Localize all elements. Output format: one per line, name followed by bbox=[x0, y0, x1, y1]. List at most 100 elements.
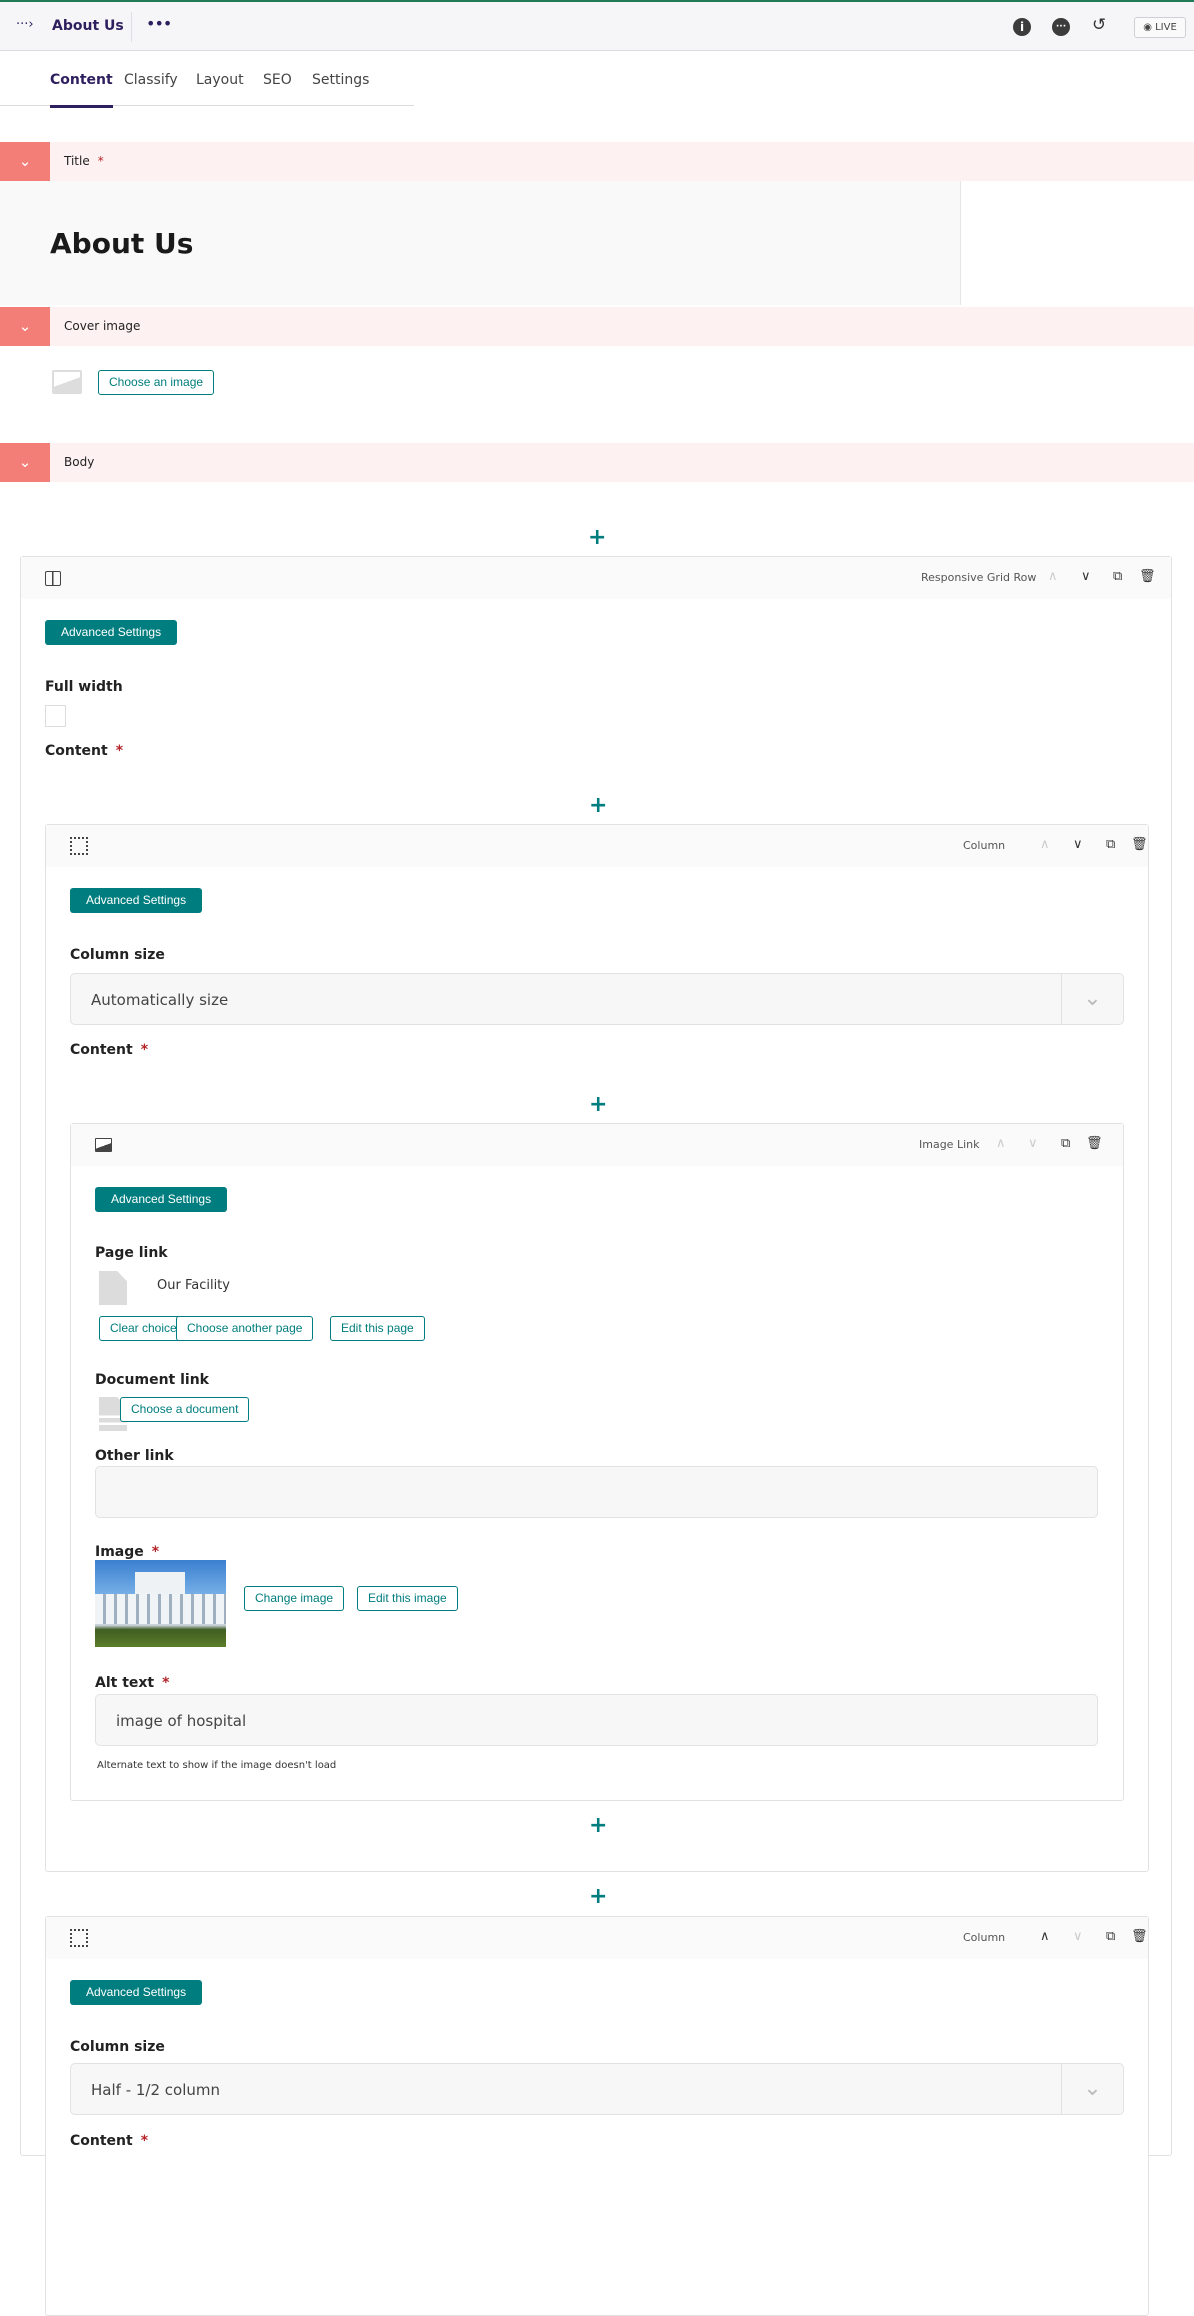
add-block-button[interactable]: + bbox=[589, 1815, 607, 1837]
duplicate-icon[interactable]: ⧉ bbox=[1061, 1136, 1070, 1151]
duplicate-icon[interactable]: ⧉ bbox=[1106, 1929, 1115, 1944]
tab-classify[interactable]: Classify bbox=[124, 72, 178, 88]
move-up-button[interactable]: ∧ bbox=[996, 1136, 1006, 1151]
delete-icon[interactable]: 🗑 bbox=[1139, 569, 1156, 584]
move-up-button[interactable]: ∧ bbox=[1048, 569, 1058, 584]
grid-row-icon bbox=[45, 571, 61, 586]
comment-icon[interactable]: ··· bbox=[1052, 18, 1070, 36]
edit-this-page-button[interactable]: Edit this page bbox=[330, 1316, 425, 1341]
responsive-grid-row-block: Responsive Grid Row ∧ ∨ ⧉ 🗑 Advanced Set… bbox=[20, 556, 1172, 2316]
divider bbox=[131, 12, 132, 42]
alt-text-input[interactable]: image of hospital bbox=[95, 1694, 1098, 1746]
other-link-label: Other link bbox=[95, 1448, 174, 1464]
cover-image-label: Cover image bbox=[64, 319, 141, 333]
collapse-title-toggle[interactable]: ⌄ bbox=[0, 142, 50, 181]
advanced-settings-button[interactable]: Advanced Settings bbox=[70, 1980, 203, 2005]
choose-another-page-button[interactable]: Choose another page bbox=[176, 1316, 314, 1341]
body-section-header: ⌄ Body bbox=[0, 443, 1194, 482]
delete-icon[interactable]: 🗑 bbox=[1131, 1929, 1148, 1944]
block-type-label: Image Link bbox=[919, 1138, 980, 1151]
duplicate-icon[interactable]: ⧉ bbox=[1106, 837, 1115, 852]
top-bar: ···› About Us ••• i ··· ↺ ◉ LIVE bbox=[0, 0, 1194, 51]
tab-settings[interactable]: Settings bbox=[312, 72, 369, 88]
title-section-header: ⌄ Title * bbox=[0, 142, 1194, 181]
body-label: Body bbox=[64, 455, 95, 469]
info-icon[interactable]: i bbox=[1013, 18, 1031, 36]
required-marker: * bbox=[140, 1042, 149, 1058]
live-label: LIVE bbox=[1155, 22, 1177, 33]
title-label: Title bbox=[64, 154, 90, 168]
page-title: About Us bbox=[52, 18, 124, 34]
eye-icon: ◉ bbox=[1143, 22, 1156, 33]
column-size-select[interactable]: Half - 1/2 column ⌄ bbox=[70, 2063, 1124, 2115]
document-link-label: Document link bbox=[95, 1372, 209, 1388]
choose-image-button[interactable]: Choose an image bbox=[98, 370, 215, 395]
block-header: Column ∧ ∨ ⧉ 🗑 bbox=[46, 1917, 1148, 1959]
selected-page-title: Our Facility bbox=[157, 1278, 230, 1293]
full-width-checkbox[interactable] bbox=[45, 705, 66, 727]
move-up-button[interactable]: ∧ bbox=[1040, 1929, 1050, 1944]
column-icon bbox=[70, 837, 88, 855]
move-down-button[interactable]: ∨ bbox=[1028, 1136, 1038, 1151]
choose-document-button[interactable]: Choose a document bbox=[120, 1397, 250, 1422]
live-status-button[interactable]: ◉ LIVE bbox=[1134, 17, 1186, 38]
column-size-value: Automatically size bbox=[91, 991, 229, 1009]
column-size-select[interactable]: Automatically size ⌄ bbox=[70, 973, 1124, 1025]
column-icon bbox=[70, 1929, 88, 1947]
column-block: Column ∧ ∨ ⧉ 🗑 Advanced Settings Column … bbox=[45, 824, 1149, 1872]
chevron-down-icon: ⌄ bbox=[1061, 2064, 1123, 2114]
column-size-label: Column size bbox=[70, 947, 165, 963]
block-type-label: Responsive Grid Row bbox=[921, 571, 1037, 584]
block-type-label: Column bbox=[963, 839, 1006, 852]
image-link-block: Image Link ∧ ∨ ⧉ 🗑 Advanced Settings Pag… bbox=[70, 1123, 1124, 1801]
alt-text-label: Alt text bbox=[95, 1675, 155, 1691]
delete-icon[interactable]: 🗑 bbox=[1086, 1136, 1103, 1151]
change-image-button[interactable]: Change image bbox=[244, 1586, 345, 1611]
add-block-button[interactable]: + bbox=[589, 795, 607, 817]
column-block: Column ∧ ∨ ⧉ 🗑 Advanced Settings Column … bbox=[45, 1916, 1149, 2316]
image-placeholder-icon bbox=[52, 370, 82, 394]
content-label: Content bbox=[45, 743, 108, 759]
alt-text-help: Alternate text to show if the image does… bbox=[97, 1760, 337, 1771]
content-label: Content bbox=[70, 1042, 133, 1058]
collapse-cover-toggle[interactable]: ⌄ bbox=[0, 307, 50, 346]
add-block-button[interactable]: + bbox=[588, 527, 606, 549]
title-input[interactable]: About Us bbox=[0, 181, 961, 305]
block-header: Image Link ∧ ∨ ⧉ 🗑 bbox=[71, 1124, 1123, 1166]
required-marker: * bbox=[151, 1544, 160, 1560]
duplicate-icon[interactable]: ⧉ bbox=[1113, 569, 1122, 584]
hospital-image-thumbnail bbox=[95, 1560, 226, 1647]
title-value: About Us bbox=[50, 227, 194, 260]
clear-choice-button[interactable]: Clear choice bbox=[99, 1316, 188, 1341]
block-header: Responsive Grid Row ∧ ∨ ⧉ 🗑 bbox=[21, 557, 1171, 599]
full-width-label: Full width bbox=[45, 679, 123, 695]
more-actions-button[interactable]: ••• bbox=[146, 14, 172, 33]
advanced-settings-button[interactable]: Advanced Settings bbox=[45, 620, 178, 645]
tab-layout[interactable]: Layout bbox=[196, 72, 244, 88]
required-marker: * bbox=[140, 2133, 149, 2149]
required-marker: * bbox=[115, 743, 124, 759]
advanced-settings-button[interactable]: Advanced Settings bbox=[70, 888, 203, 913]
move-down-button[interactable]: ∨ bbox=[1073, 837, 1083, 852]
move-up-button[interactable]: ∧ bbox=[1040, 837, 1050, 852]
required-marker: * bbox=[97, 154, 104, 168]
column-size-value: Half - 1/2 column bbox=[91, 2081, 220, 2099]
page-icon bbox=[99, 1271, 127, 1305]
collapse-body-toggle[interactable]: ⌄ bbox=[0, 443, 50, 482]
building-windows bbox=[95, 1594, 226, 1624]
move-down-button[interactable]: ∨ bbox=[1081, 569, 1091, 584]
page-link-label: Page link bbox=[95, 1245, 168, 1261]
history-icon[interactable]: ↺ bbox=[1092, 15, 1106, 35]
tab-seo[interactable]: SEO bbox=[263, 72, 292, 88]
add-block-button[interactable]: + bbox=[589, 1886, 607, 1908]
content-label: Content bbox=[70, 2133, 133, 2149]
breadcrumb-toggle-icon[interactable]: ···› bbox=[16, 17, 34, 32]
move-down-button[interactable]: ∨ bbox=[1073, 1929, 1083, 1944]
delete-icon[interactable]: 🗑 bbox=[1131, 837, 1148, 852]
advanced-settings-button[interactable]: Advanced Settings bbox=[95, 1187, 228, 1212]
edit-image-button[interactable]: Edit this image bbox=[357, 1586, 458, 1611]
tab-content[interactable]: Content bbox=[50, 72, 113, 108]
other-link-input[interactable] bbox=[95, 1466, 1098, 1518]
add-block-button[interactable]: + bbox=[589, 1094, 607, 1116]
column-size-label: Column size bbox=[70, 2039, 165, 2055]
